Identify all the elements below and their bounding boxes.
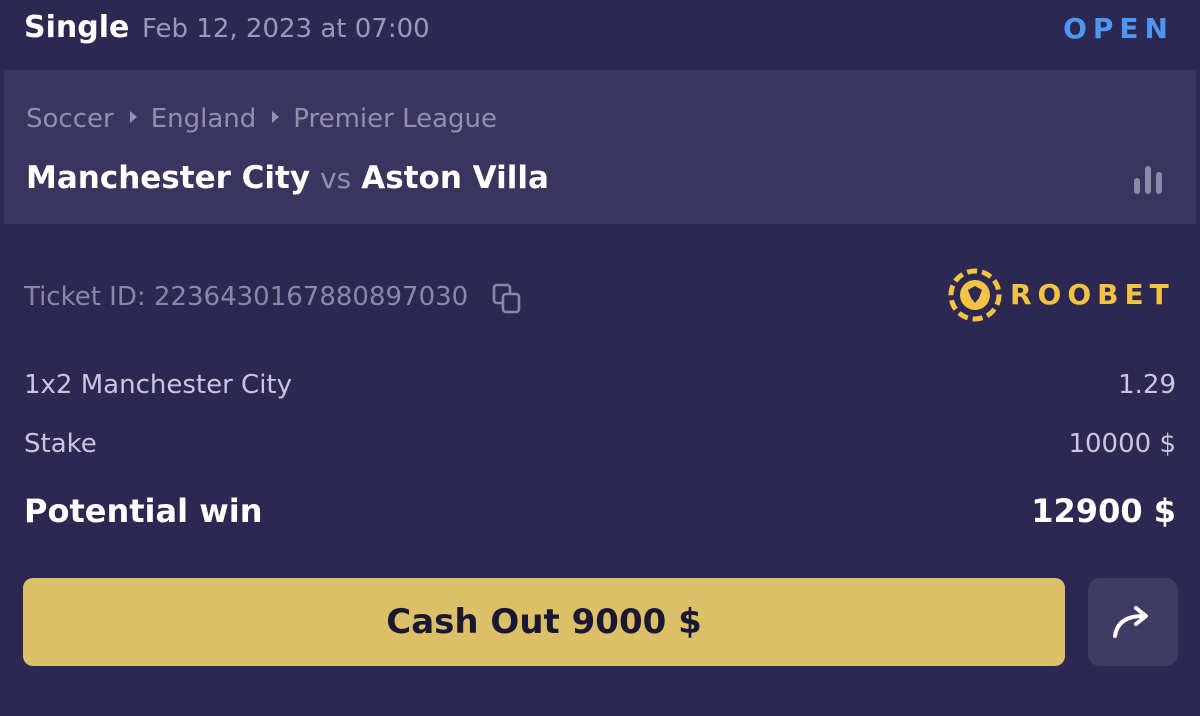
home-team: Manchester City <box>26 160 311 196</box>
away-team: Aston Villa <box>361 160 549 196</box>
bet-type: Single <box>24 10 130 45</box>
brand-name: ROOBET <box>1010 278 1175 311</box>
breadcrumb-league[interactable]: Premier League <box>293 104 497 134</box>
bet-header: Single Feb 12, 2023 at 07:00 OPEN <box>0 0 1200 70</box>
cash-out-button[interactable]: Cash Out 9000 $ <box>23 578 1065 666</box>
bet-date: Feb 12, 2023 at 07:00 <box>142 14 430 44</box>
kangaroo-badge-icon <box>948 268 1002 322</box>
bar-chart-icon[interactable] <box>1130 164 1166 194</box>
copy-icon[interactable] <box>490 281 526 317</box>
roobet-logo: ROOBET <box>948 268 1178 324</box>
stake-row: Stake 10000 $ <box>24 429 1176 463</box>
breadcrumb-sport[interactable]: Soccer <box>26 104 114 134</box>
caret-right-icon <box>129 110 137 123</box>
potential-win-value: 12900 $ <box>1031 492 1176 530</box>
selection-row: 1x2 Manchester City 1.29 <box>24 370 1176 404</box>
stake-label: Stake <box>24 429 97 459</box>
status-badge: OPEN <box>1063 12 1174 45</box>
caret-right-icon <box>272 110 280 123</box>
selection-odds: 1.29 <box>1118 370 1176 400</box>
selection-market: 1x2 Manchester City <box>24 370 292 400</box>
event-card[interactable]: Soccer England Premier League Manchester C… <box>4 70 1196 224</box>
ticket-id: Ticket ID: 2236430167880897030 <box>24 282 469 312</box>
vs-label: vs <box>320 162 352 195</box>
breadcrumb-country[interactable]: England <box>151 104 257 134</box>
stake-value: 10000 $ <box>1068 429 1176 459</box>
share-arrow-icon <box>1113 606 1148 638</box>
match-title[interactable]: Manchester City vs Aston Villa <box>26 160 549 196</box>
share-button[interactable] <box>1088 578 1178 666</box>
breadcrumb: Soccer England Premier League <box>26 104 497 134</box>
potential-win-row: Potential win 12900 $ <box>24 492 1176 532</box>
potential-win-label: Potential win <box>24 492 263 530</box>
